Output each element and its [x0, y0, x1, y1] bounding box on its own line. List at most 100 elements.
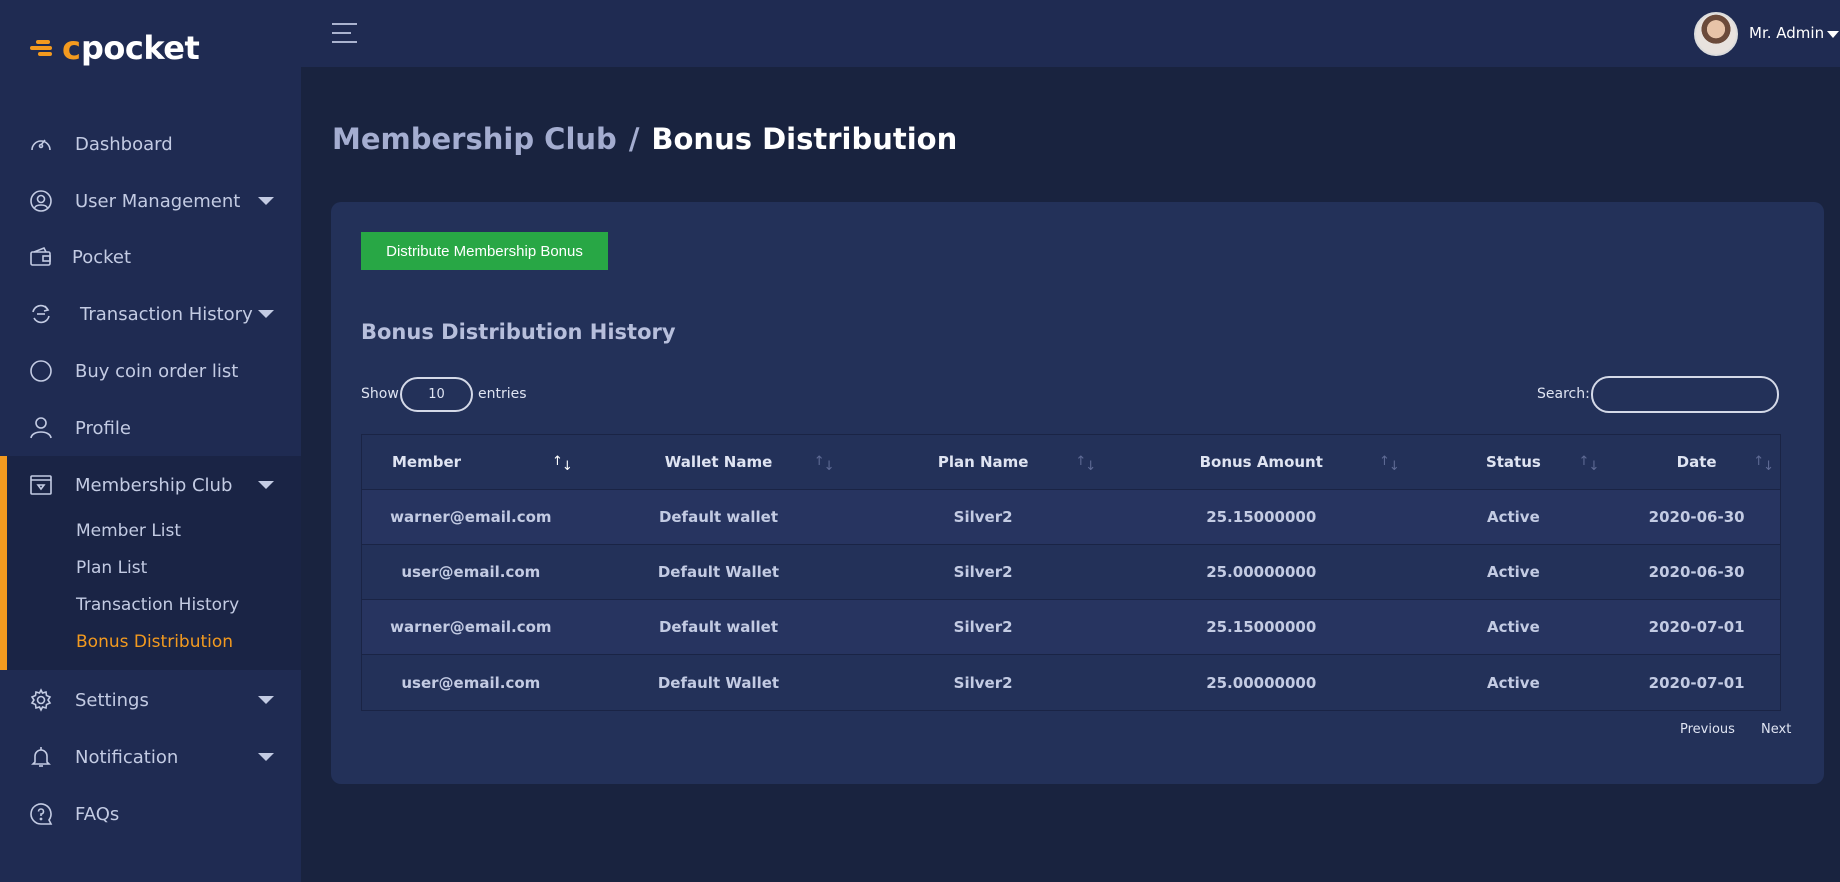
cell-date: 2020-07-01: [1648, 618, 1745, 636]
sidebar-item-user-management[interactable]: User Management: [0, 181, 301, 221]
sidebar-item-label: Pocket: [72, 246, 132, 268]
column-header-plan-name[interactable]: Plan Name ↑↓: [857, 435, 1109, 489]
entries-label: entries: [478, 386, 527, 402]
sidebar-item-dashboard[interactable]: Dashboard: [0, 124, 301, 164]
section-title: Bonus Distribution History: [361, 320, 676, 344]
user-icon: [30, 417, 52, 439]
sidebar-item-pocket[interactable]: Pocket: [0, 237, 301, 277]
sidebar-item-faqs[interactable]: FAQs: [0, 794, 301, 834]
sidebar-item-label: Buy coin order list: [75, 360, 239, 382]
gear-icon: [30, 688, 52, 712]
cell-wallet-name: Default Wallet: [657, 563, 780, 581]
column-header-date[interactable]: Date ↑↓: [1613, 435, 1780, 489]
column-header-member[interactable]: Member ↑↓: [362, 435, 580, 489]
sidebar: c pocket Dashboard User Management Pocke…: [0, 0, 301, 882]
topbar: Mr. Admin: [301, 0, 1840, 67]
sidebar-item-notification[interactable]: Notification: [0, 737, 301, 777]
search-input[interactable]: [1591, 376, 1779, 413]
sidebar-item-label: Membership Club: [75, 474, 233, 496]
column-header-label: Plan Name: [937, 453, 1029, 471]
cell-wallet-name: Default wallet: [658, 618, 779, 636]
sidebar-item-profile[interactable]: Profile: [0, 408, 301, 448]
exchange-icon: [32, 304, 50, 324]
sort-icon: ↑↓: [1753, 454, 1774, 474]
cell-status: Active: [1486, 508, 1540, 526]
sidebar-item-transaction-history[interactable]: Transaction History: [0, 294, 301, 334]
column-header-bonus-amount[interactable]: Bonus Amount ↑↓: [1109, 435, 1414, 489]
cell-member: warner@email.com: [390, 508, 552, 526]
pagination-previous[interactable]: Previous: [1680, 722, 1735, 737]
user-circle-icon: [30, 190, 52, 212]
cell-status: Active: [1486, 673, 1540, 692]
menu-toggle-icon[interactable]: [332, 23, 357, 43]
chevron-down-icon[interactable]: [1827, 31, 1839, 38]
column-header-wallet-name[interactable]: Wallet Name ↑↓: [580, 435, 858, 489]
column-header-label: Wallet Name: [664, 453, 773, 471]
column-header-label: Bonus Amount: [1199, 453, 1323, 471]
sidebar-item-buy-coin-order-list[interactable]: Buy coin order list: [0, 351, 301, 391]
sidebar-item-label: Dashboard: [75, 133, 173, 155]
breadcrumb-separator: /: [628, 122, 640, 156]
cell-date: 2020-07-01: [1648, 673, 1745, 692]
submenu-bonus-distribution[interactable]: Bonus Distribution: [76, 632, 233, 652]
bell-icon: [31, 747, 51, 767]
column-header-label: Date: [1676, 453, 1717, 471]
table-row: user@email.com Default Wallet Silver2 25…: [362, 655, 1780, 710]
cell-bonus-amount: 25.15000000: [1206, 618, 1317, 636]
sidebar-item-membership-club[interactable]: Membership Club: [0, 465, 301, 505]
submenu-plan-list[interactable]: Plan List: [76, 558, 147, 578]
page-title: Bonus Distribution: [651, 122, 958, 156]
cell-member: user@email.com: [401, 673, 541, 692]
sidebar-item-label: Transaction History: [80, 303, 253, 325]
submenu-member-list[interactable]: Member List: [76, 521, 181, 541]
entries-select[interactable]: 10: [400, 377, 473, 412]
user-menu-name[interactable]: Mr. Admin: [1749, 24, 1824, 42]
sidebar-item-label: Notification: [75, 746, 179, 768]
circle-icon: [30, 360, 52, 382]
show-label: Show: [361, 386, 399, 402]
sort-icon: ↑↓: [1378, 454, 1400, 474]
cell-member: warner@email.com: [390, 618, 552, 636]
chevron-down-icon: [258, 753, 274, 761]
cell-plan-name: Silver2: [953, 508, 1013, 526]
wallet-icon: [30, 246, 51, 266]
sidebar-item-label: User Management: [75, 190, 241, 212]
cell-wallet-name: Default Wallet: [657, 673, 780, 692]
search-label: Search:: [1537, 386, 1590, 402]
column-header-label: Status: [1485, 453, 1541, 471]
speedometer-icon: [31, 139, 51, 151]
sidebar-item-settings[interactable]: Settings: [0, 680, 301, 720]
cell-bonus-amount: 25.15000000: [1206, 508, 1317, 526]
cell-date: 2020-06-30: [1648, 508, 1745, 526]
breadcrumb-parent[interactable]: Membership Club: [332, 122, 617, 156]
avatar[interactable]: [1694, 12, 1738, 56]
sort-icon: ↑↓: [813, 454, 835, 474]
table-row: warner@email.com Default wallet Silver2 …: [362, 490, 1780, 545]
question-icon: [30, 803, 53, 825]
cell-plan-name: Silver2: [953, 673, 1013, 692]
column-header-status[interactable]: Status ↑↓: [1414, 435, 1614, 489]
chevron-down-icon: [258, 310, 274, 318]
cell-status: Active: [1486, 563, 1540, 581]
submenu-transaction-history[interactable]: Transaction History: [76, 595, 239, 615]
sort-icon: ↑↓: [552, 454, 573, 474]
cell-date: 2020-06-30: [1648, 563, 1745, 581]
chevron-down-icon: [258, 197, 274, 205]
membership-card-icon: [30, 475, 52, 495]
sidebar-item-label: FAQs: [75, 803, 120, 825]
cell-status: Active: [1486, 618, 1540, 636]
breadcrumb: Membership Club / Bonus Distribution: [332, 122, 957, 156]
logo-text: pocket: [80, 29, 200, 67]
sort-icon: ↑↓: [1578, 454, 1600, 474]
cell-plan-name: Silver2: [953, 618, 1013, 636]
sidebar-item-label: Settings: [75, 689, 149, 711]
column-header-label: Member: [392, 453, 462, 471]
logo[interactable]: c pocket: [30, 28, 200, 68]
content-card: Distribute Membership Bonus Bonus Distri…: [331, 202, 1824, 784]
logo-c: c: [62, 29, 81, 67]
cell-bonus-amount: 25.00000000: [1206, 563, 1317, 581]
cell-wallet-name: Default wallet: [658, 508, 779, 526]
distribute-membership-bonus-button[interactable]: Distribute Membership Bonus: [361, 232, 608, 270]
pagination-next[interactable]: Next: [1761, 722, 1791, 737]
cell-plan-name: Silver2: [953, 563, 1013, 581]
